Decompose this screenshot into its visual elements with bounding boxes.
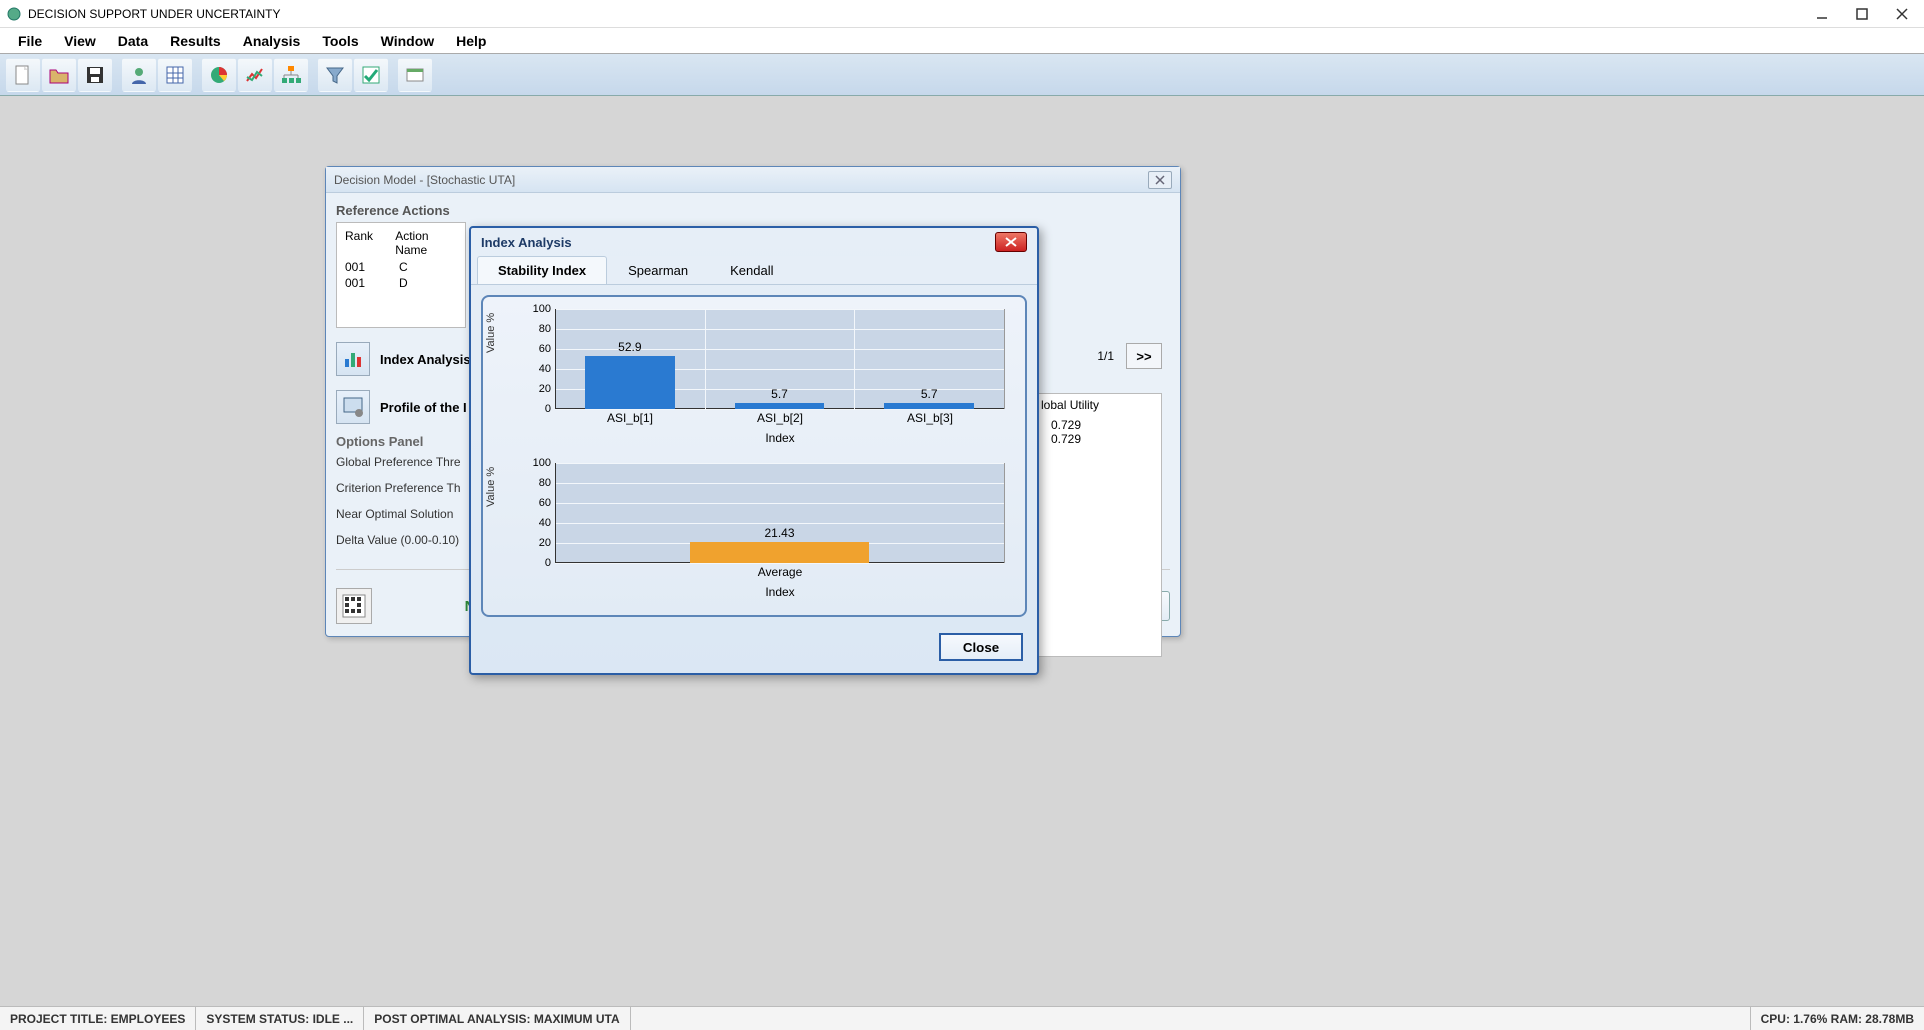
status-system: SYSTEM STATUS: IDLE ... — [196, 1007, 364, 1030]
solve-icon[interactable] — [336, 588, 372, 624]
pager-text: 1/1 — [1097, 349, 1114, 363]
stability-chart-top: Value %02040608010052.95.75.7ASI_b[1]ASI… — [495, 309, 1009, 445]
status-analysis: POST OPTIMAL ANALYSIS: MAXIMUM UTA — [364, 1007, 630, 1030]
pie-chart-icon[interactable] — [202, 58, 236, 92]
pager: 1/1 >> — [1097, 343, 1162, 369]
titlebar: DECISION SUPPORT UNDER UNCERTAINTY — [0, 0, 1924, 28]
filter-icon[interactable] — [318, 58, 352, 92]
chart-bar — [735, 403, 825, 409]
chart-category-label: ASI_b[2] — [757, 411, 803, 425]
chart-area: Value %02040608010052.95.75.7ASI_b[1]ASI… — [481, 295, 1027, 617]
global-utility-panel: lobal Utility 0.729 0.729 — [1034, 393, 1162, 657]
tab-spearman[interactable]: Spearman — [607, 256, 709, 284]
chart-bar-label: 52.9 — [618, 340, 641, 354]
save-icon[interactable] — [78, 58, 112, 92]
index-analysis-icon[interactable] — [336, 342, 370, 376]
toolbar — [0, 54, 1924, 96]
menubar: File View Data Results Analysis Tools Wi… — [0, 28, 1924, 54]
chart-bar — [884, 403, 974, 409]
chart-bar — [585, 356, 675, 409]
tab-stability-index[interactable]: Stability Index — [477, 256, 607, 284]
open-folder-icon[interactable] — [42, 58, 76, 92]
col-rank: Rank — [345, 229, 379, 257]
close-button[interactable] — [1890, 2, 1914, 26]
dialog-titlebar[interactable]: Index Analysis — [471, 228, 1037, 256]
app-title: DECISION SUPPORT UNDER UNCERTAINTY — [28, 7, 1810, 21]
user-icon[interactable] — [122, 58, 156, 92]
menu-file[interactable]: File — [8, 29, 52, 53]
pager-next-button[interactable]: >> — [1126, 343, 1162, 369]
profile-label: Profile of the I — [380, 400, 467, 415]
hierarchy-icon[interactable] — [274, 58, 308, 92]
table-icon[interactable] — [158, 58, 192, 92]
stability-chart-bottom: Value %02040608010021.43AverageIndex — [495, 463, 1009, 599]
mdi-titlebar[interactable]: Decision Model - [Stochastic UTA] — [326, 167, 1180, 193]
chart-category-label: ASI_b[3] — [907, 411, 953, 425]
util-header: lobal Utility — [1041, 398, 1155, 412]
profile-icon[interactable] — [336, 390, 370, 424]
chart-bar-label: 5.7 — [921, 387, 938, 401]
line-chart-icon[interactable] — [238, 58, 272, 92]
statusbar: PROJECT TITLE: EMPLOYEES SYSTEM STATUS: … — [0, 1006, 1924, 1030]
reference-actions-label: Reference Actions — [336, 199, 1170, 222]
app-icon — [6, 6, 22, 22]
maximize-button[interactable] — [1850, 2, 1874, 26]
mdi-title-text: Decision Model - [Stochastic UTA] — [334, 173, 515, 187]
util-value: 0.729 — [1041, 432, 1155, 446]
menu-data[interactable]: Data — [108, 29, 158, 53]
dialog-title: Index Analysis — [481, 235, 572, 250]
dialog-close-text-button[interactable]: Close — [939, 633, 1023, 661]
index-analysis-dialog: Index Analysis Stability Index Spearman … — [469, 226, 1039, 675]
menu-view[interactable]: View — [54, 29, 106, 53]
dialog-close-button[interactable] — [995, 232, 1027, 252]
util-value: 0.729 — [1041, 418, 1155, 432]
menu-help[interactable]: Help — [446, 29, 496, 53]
table-row: 001 D — [345, 275, 457, 291]
dialog-tabs: Stability Index Spearman Kendall — [471, 256, 1037, 285]
reference-actions-table: Rank Action Name 001 C 001 D — [336, 222, 466, 328]
chart-bar-label: 21.43 — [764, 526, 794, 540]
table-row: 001 C — [345, 259, 457, 275]
chart-category-label: Average — [758, 565, 802, 579]
workspace: Decision Model - [Stochastic UTA] Refere… — [0, 96, 1924, 1006]
status-cpu-ram: CPU: 1.76% RAM: 28.78MB — [1750, 1007, 1924, 1030]
menu-analysis[interactable]: Analysis — [233, 29, 311, 53]
tab-kendall[interactable]: Kendall — [709, 256, 794, 284]
check-chart-icon[interactable] — [354, 58, 388, 92]
mdi-close-icon[interactable] — [1148, 171, 1172, 189]
status-project: PROJECT TITLE: EMPLOYEES — [0, 1007, 196, 1030]
index-analysis-label: Index Analysis — [380, 352, 471, 367]
chart-bar-label: 5.7 — [771, 387, 788, 401]
menu-tools[interactable]: Tools — [312, 29, 368, 53]
col-action: Action Name — [395, 229, 457, 257]
minimize-button[interactable] — [1810, 2, 1834, 26]
chart-bar — [690, 542, 870, 563]
new-file-icon[interactable] — [6, 58, 40, 92]
menu-results[interactable]: Results — [160, 29, 231, 53]
chart-category-label: ASI_b[1] — [607, 411, 653, 425]
window-icon[interactable] — [398, 58, 432, 92]
menu-window[interactable]: Window — [371, 29, 445, 53]
